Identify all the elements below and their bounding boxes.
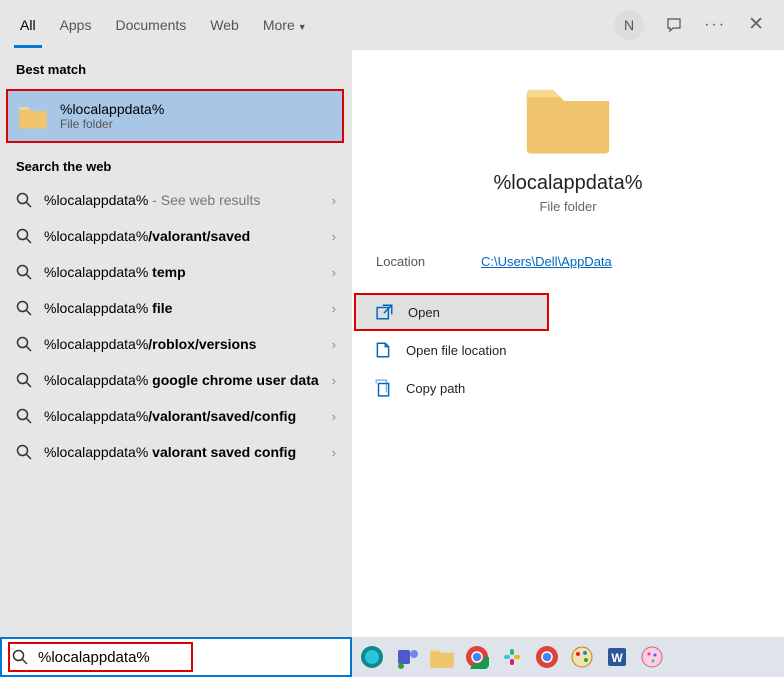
- search-box[interactable]: [0, 637, 352, 677]
- search-icon: [16, 444, 32, 460]
- web-result-text: %localappdata% - See web results: [44, 192, 332, 208]
- location-link[interactable]: C:\Users\Dell\AppData: [481, 254, 612, 269]
- search-icon: [16, 300, 32, 316]
- file-location-icon: [374, 341, 392, 359]
- best-match-header: Best match: [0, 50, 352, 85]
- chevron-right-icon: ›: [332, 445, 336, 460]
- chevron-right-icon: ›: [332, 301, 336, 316]
- close-icon[interactable]: ✕: [748, 13, 764, 36]
- action-label: Copy path: [406, 381, 465, 396]
- best-match-result[interactable]: %localappdata% File folder: [6, 89, 344, 143]
- taskbar-app-slack[interactable]: [498, 643, 526, 671]
- result-subtitle: File folder: [60, 117, 332, 131]
- web-result-text: %localappdata% file: [44, 300, 332, 316]
- preview-title: %localappdata%: [372, 172, 764, 195]
- location-label: Location: [376, 254, 481, 269]
- tab-web[interactable]: Web: [210, 3, 239, 47]
- web-result[interactable]: %localappdata% temp ›: [0, 254, 352, 290]
- taskbar: W: [352, 637, 784, 677]
- chevron-right-icon: ›: [332, 229, 336, 244]
- chevron-right-icon: ›: [332, 265, 336, 280]
- search-icon: [12, 649, 28, 665]
- web-result-text: %localappdata% google chrome user data: [44, 372, 332, 388]
- tab-apps[interactable]: Apps: [60, 3, 92, 47]
- taskbar-app-explorer[interactable]: [428, 643, 456, 671]
- tab-more[interactable]: More▼: [263, 3, 307, 47]
- web-result[interactable]: %localappdata% valorant saved config ›: [0, 434, 352, 470]
- action-copy-path[interactable]: Copy path: [352, 369, 784, 407]
- filter-tabs: All Apps Documents Web More▼: [20, 3, 614, 47]
- web-result[interactable]: %localappdata% file ›: [0, 290, 352, 326]
- search-icon: [16, 228, 32, 244]
- preview-subtitle: File folder: [372, 199, 764, 214]
- chevron-right-icon: ›: [332, 193, 336, 208]
- search-icon: [16, 336, 32, 352]
- folder-icon: [523, 78, 613, 154]
- taskbar-app-edge[interactable]: [358, 643, 386, 671]
- search-icon: [16, 372, 32, 388]
- preview-panel: %localappdata% File folder Location C:\U…: [352, 50, 784, 637]
- tab-documents[interactable]: Documents: [115, 3, 186, 47]
- search-icon: [16, 192, 32, 208]
- copy-icon: [374, 379, 392, 397]
- chevron-right-icon: ›: [332, 373, 336, 388]
- chevron-right-icon: ›: [332, 409, 336, 424]
- feedback-icon[interactable]: [666, 17, 682, 33]
- folder-icon: [18, 103, 48, 129]
- action-open[interactable]: Open: [354, 293, 549, 331]
- more-options-icon[interactable]: ···: [704, 16, 726, 34]
- search-icon: [16, 264, 32, 280]
- chevron-right-icon: ›: [332, 337, 336, 352]
- web-result-text: %localappdata% temp: [44, 264, 332, 280]
- action-open-file-location[interactable]: Open file location: [352, 331, 784, 369]
- open-icon: [376, 303, 394, 321]
- search-web-header: Search the web: [0, 147, 352, 182]
- taskbar-app-paint[interactable]: [568, 643, 596, 671]
- web-result[interactable]: %localappdata% google chrome user data ›: [0, 362, 352, 398]
- web-result-text: %localappdata% valorant saved config: [44, 444, 332, 460]
- taskbar-app-paint3d[interactable]: [638, 643, 666, 671]
- web-result[interactable]: %localappdata%/valorant/saved ›: [0, 218, 352, 254]
- header-bar: All Apps Documents Web More▼ N ··· ✕: [0, 0, 784, 50]
- taskbar-app-chrome2[interactable]: [533, 643, 561, 671]
- search-input[interactable]: [38, 649, 340, 666]
- tab-all[interactable]: All: [20, 3, 36, 47]
- search-icon: [16, 408, 32, 424]
- taskbar-app-chrome[interactable]: [463, 643, 491, 671]
- web-result-text: %localappdata%/roblox/versions: [44, 336, 332, 352]
- svg-text:W: W: [611, 651, 623, 665]
- result-title: %localappdata%: [60, 101, 332, 117]
- results-panel: Best match %localappdata% File folder Se…: [0, 50, 352, 637]
- web-result[interactable]: %localappdata%/valorant/saved/config ›: [0, 398, 352, 434]
- user-avatar[interactable]: N: [614, 10, 644, 40]
- web-result[interactable]: %localappdata%/roblox/versions ›: [0, 326, 352, 362]
- chevron-down-icon: ▼: [298, 22, 307, 32]
- action-label: Open: [408, 305, 440, 320]
- web-result-text: %localappdata%/valorant/saved: [44, 228, 332, 244]
- action-label: Open file location: [406, 343, 506, 358]
- taskbar-app-word[interactable]: W: [603, 643, 631, 671]
- taskbar-app-teams[interactable]: [393, 643, 421, 671]
- web-result-text: %localappdata%/valorant/saved/config: [44, 408, 332, 424]
- web-result[interactable]: %localappdata% - See web results ›: [0, 182, 352, 218]
